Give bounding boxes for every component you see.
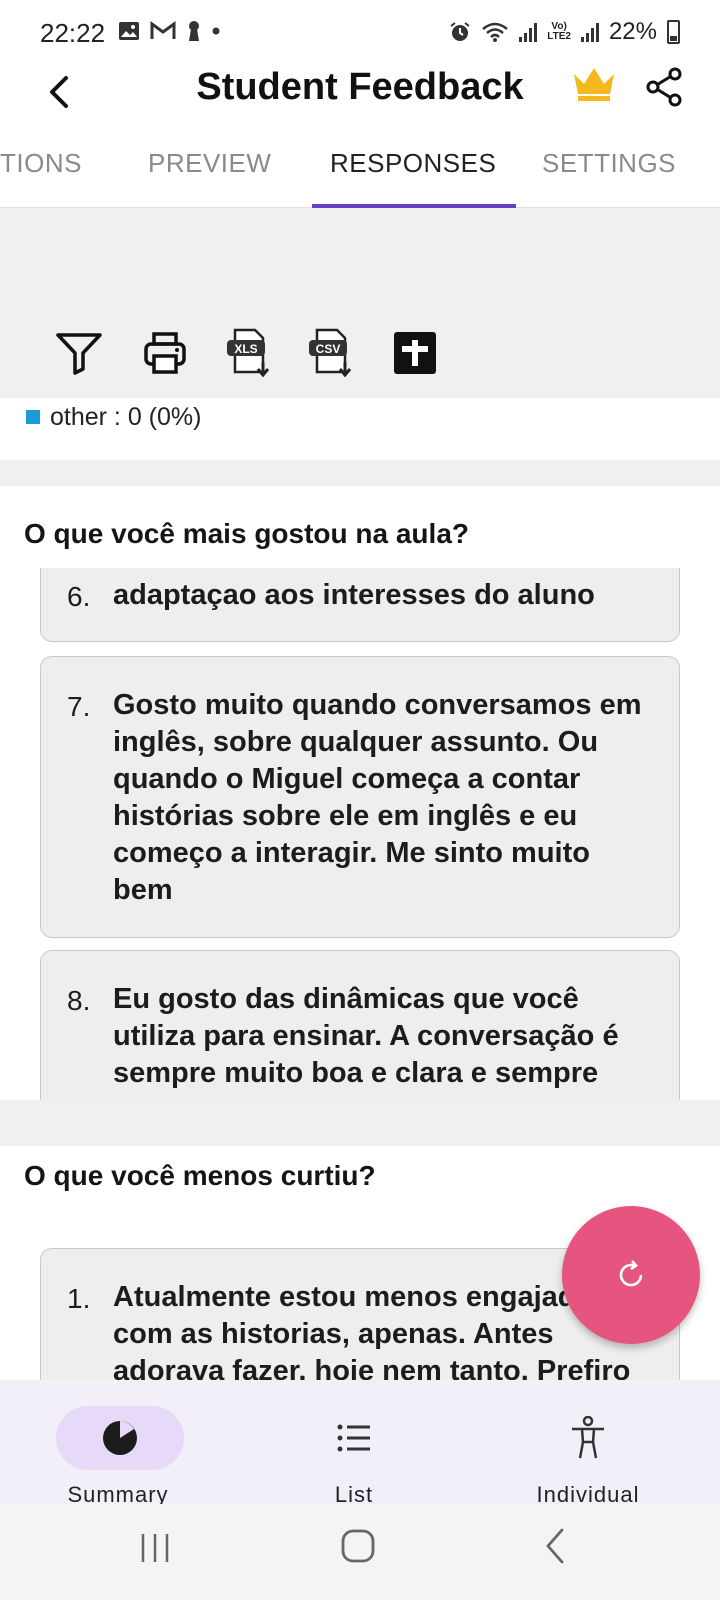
nav-list[interactable]: List <box>234 1380 474 1507</box>
gmail-notification-icon <box>150 21 176 39</box>
notification-icons <box>118 20 220 42</box>
answers-scroll-list[interactable]: 6. adaptaçao aos interesses do aluno 7. … <box>0 568 720 1122</box>
share-icon <box>646 67 682 107</box>
tab-questions[interactable]: TIONS <box>0 148 82 179</box>
home-icon <box>341 1529 375 1563</box>
dot-icon <box>212 27 220 35</box>
answer-card: 8. Eu gosto das dinâmicas que você utili… <box>40 950 680 1122</box>
home-button[interactable] <box>336 1524 380 1568</box>
crown-icon <box>574 68 614 101</box>
refresh-fab[interactable] <box>562 1206 700 1344</box>
question-title: O que você menos curtiu? <box>24 1160 376 1191</box>
add-square-icon <box>394 332 436 374</box>
system-icons: Vo) LTE2 22% <box>449 18 680 46</box>
csv-download-icon: CSV <box>309 328 352 378</box>
answer-number: 6. <box>67 581 91 612</box>
answer-number: 8. <box>67 985 91 1016</box>
person-icon <box>564 1414 612 1462</box>
share-button[interactable] <box>644 66 684 108</box>
print-button[interactable] <box>140 328 190 378</box>
system-back-button[interactable] <box>536 1526 576 1566</box>
active-tab-indicator <box>312 204 516 208</box>
export-xls-button[interactable]: XLS <box>224 328 274 378</box>
app-root: 22:22 Vo) LTE2 22% Student Feedback TION… <box>0 0 720 1600</box>
answer-text: Eu gosto das dinâmicas que você utiliza … <box>113 983 619 1089</box>
alarm-icon <box>450 22 470 41</box>
recent-apps-icon <box>141 1534 169 1562</box>
bottom-navigation: Summary List Individual <box>0 1380 720 1507</box>
filter-icon <box>56 333 102 375</box>
system-back-icon <box>546 1528 564 1564</box>
status-bar: 22:22 Vo) LTE2 22% <box>0 0 720 64</box>
recent-apps-button[interactable] <box>136 1528 176 1568</box>
answer-number: 7. <box>67 691 91 722</box>
answer-card: 7. Gosto muito quando conversamos em ing… <box>40 656 680 938</box>
answer-text: Gosto muito quando conversamos em inglês… <box>113 689 642 906</box>
answer-number: 1. <box>67 1283 91 1314</box>
premium-button[interactable] <box>570 64 618 104</box>
app-bar: Student Feedback <box>0 60 720 142</box>
filter-button[interactable] <box>54 328 104 378</box>
wifi-icon <box>482 22 509 42</box>
print-icon <box>144 332 186 374</box>
keyhole-notification-icon <box>189 21 199 41</box>
nav-summary[interactable]: Summary <box>0 1380 240 1507</box>
tab-settings[interactable]: SETTINGS <box>542 148 676 179</box>
signal-2-icon <box>580 22 599 42</box>
system-navigation-bar <box>0 1504 720 1600</box>
section-divider <box>0 1100 720 1146</box>
responses-toolbar: XLS CSV <box>0 210 720 398</box>
refresh-icon <box>619 1260 643 1287</box>
section-divider <box>0 460 720 486</box>
export-csv-button[interactable]: CSV <box>306 328 356 378</box>
question-title: O que você mais gostou na aula? <box>24 518 469 549</box>
status-time: 22:22 <box>40 18 106 48</box>
list-icon <box>330 1414 378 1462</box>
legend-swatch <box>26 410 40 424</box>
gallery-notification-icon <box>119 22 139 40</box>
answer-text: adaptaçao aos interesses do aluno <box>113 579 595 611</box>
nav-individual[interactable]: Individual <box>468 1380 708 1507</box>
tab-bar: TIONS PREVIEW RESPONSES SETTINGS <box>0 140 720 208</box>
xls-label: XLS <box>234 342 257 356</box>
csv-label: CSV <box>316 342 341 356</box>
battery-percent: 22% <box>608 18 657 45</box>
add-button[interactable] <box>390 328 440 378</box>
chart-legend: other : 0 (0%) <box>0 398 720 460</box>
pie-chart-icon <box>96 1414 144 1462</box>
signal-icon <box>519 22 538 42</box>
battery-icon <box>667 20 680 44</box>
tab-responses[interactable]: RESPONSES <box>330 148 496 179</box>
legend-text: other : 0 (0%) <box>50 403 202 431</box>
volte-icon: Vo) LTE2 <box>547 21 571 42</box>
tab-preview[interactable]: PREVIEW <box>148 148 271 179</box>
answer-card: 6. adaptaçao aos interesses do aluno <box>40 568 680 642</box>
question-card: O que você mais gostou na aula? 6. adapt… <box>0 486 720 1122</box>
xls-download-icon: XLS <box>227 328 270 378</box>
